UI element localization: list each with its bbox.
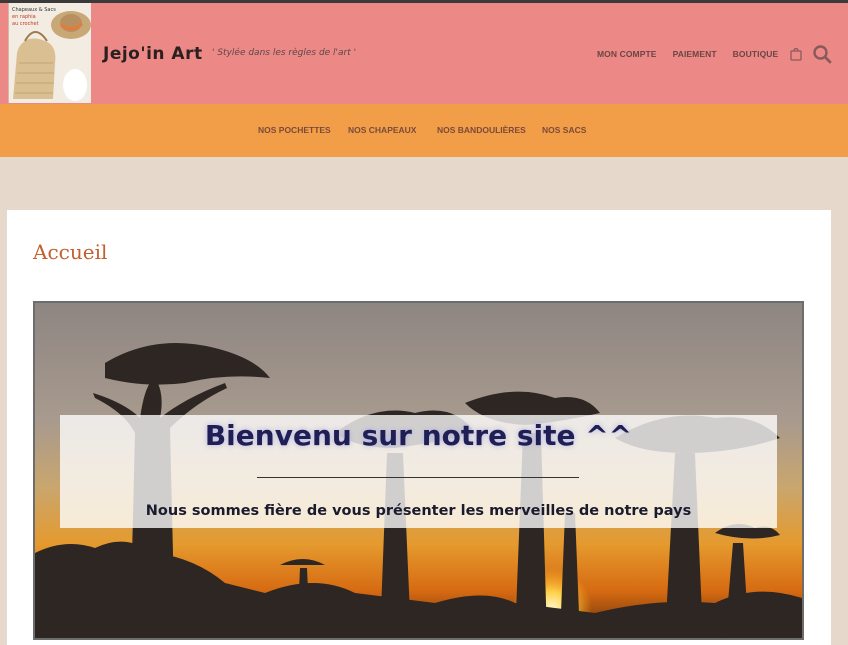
nav-sacs[interactable]: NOS SACS (542, 125, 586, 135)
main-content: Accueil Bienvenu sur notre site ^^ Nous … (7, 210, 831, 645)
nav-bandoulieres[interactable]: NOS BANDOULIÈRES (437, 125, 526, 135)
svg-text:au crochet: au crochet (12, 21, 39, 27)
search-icon[interactable] (812, 44, 832, 64)
hero-text-box: Bienvenu sur notre site ^^ Nous sommes f… (60, 415, 777, 528)
page-title: Accueil (33, 240, 108, 264)
top-navigation: MON COMPTE PAIEMENT BOUTIQUE (597, 49, 794, 59)
hero-divider (257, 477, 579, 478)
main-navigation: NOS POCHETTES NOS CHAPEAUX NOS BANDOULIÈ… (0, 104, 848, 157)
site-logo[interactable]: Chapeaux & Sacs en raphia au crochet (8, 3, 91, 103)
cart-icon[interactable] (789, 47, 803, 61)
hero-subtitle: Nous sommes fière de vous présenter les … (145, 503, 692, 519)
site-header: Chapeaux & Sacs en raphia au crochet Jej… (0, 3, 848, 104)
nav-chapeaux[interactable]: NOS CHAPEAUX (348, 125, 416, 135)
svg-text:en raphia: en raphia (12, 14, 36, 20)
logo-image: Chapeaux & Sacs en raphia au crochet (9, 3, 91, 103)
svg-text:Chapeaux & Sacs: Chapeaux & Sacs (12, 7, 56, 13)
site-tagline: ' Stylée dans les règles de l'art ' (212, 48, 357, 58)
site-title[interactable]: Jejo'in Art (103, 44, 203, 64)
nav-pochettes[interactable]: NOS POCHETTES (258, 125, 331, 135)
nav-my-account[interactable]: MON COMPTE (597, 49, 657, 59)
nav-payment[interactable]: PAIEMENT (673, 49, 717, 59)
hero-banner: Bienvenu sur notre site ^^ Nous sommes f… (33, 301, 804, 640)
nav-shop[interactable]: BOUTIQUE (733, 49, 779, 59)
hero-title: Bienvenu sur notre site ^^ (204, 419, 633, 452)
